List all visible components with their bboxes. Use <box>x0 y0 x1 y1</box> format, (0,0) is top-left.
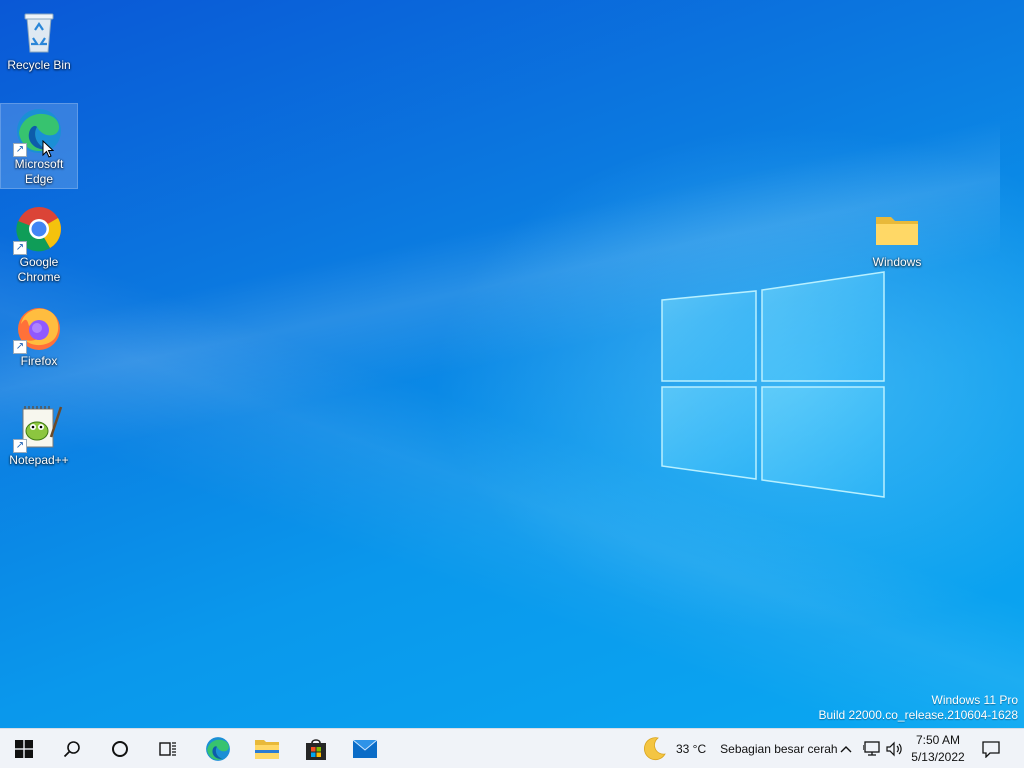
windows-logo-wallpaper <box>661 271 885 498</box>
chevron-up-icon <box>840 746 852 753</box>
moon-icon <box>644 737 666 761</box>
start-button[interactable] <box>0 729 48 769</box>
network-icon <box>863 741 880 756</box>
watermark-build: Build 22000.co_release.210604-1628 <box>818 708 1019 722</box>
desktop-icon-notepad-plus-plus[interactable]: ↗ Notepad++ <box>1 403 77 468</box>
clock-date: 5/13/2022 <box>911 750 965 764</box>
taskbar-store-button[interactable] <box>292 729 340 769</box>
os-build-watermark: Windows 11 Pro Build 22000.co_release.21… <box>819 693 1019 723</box>
shortcut-arrow-icon: ↗ <box>13 439 27 453</box>
chrome-icon: ↗ <box>13 205 63 255</box>
desktop-icon-label: Notepad++ <box>9 453 69 467</box>
taskbar-clock[interactable]: 7:50 AM 5/13/2022 <box>904 732 972 766</box>
desktop-icon-label: Microsoft Edge <box>14 157 64 186</box>
desktop-icon-windows-folder[interactable]: Windows <box>859 205 935 270</box>
start-icon <box>15 740 33 758</box>
desktop-icon-label: Firefox <box>20 354 58 368</box>
watermark-edition: Windows 11 Pro <box>931 693 1018 707</box>
taskbar-file-explorer-button[interactable] <box>243 729 291 769</box>
taskbar-edge-button[interactable] <box>194 729 242 769</box>
desktop-icon-label: Recycle Bin <box>7 58 71 72</box>
volume-tray-button[interactable] <box>884 729 906 769</box>
desktop-icon-firefox[interactable]: ↗ Firefox <box>1 304 77 369</box>
action-center-icon <box>982 741 1000 758</box>
network-tray-button[interactable] <box>860 729 884 769</box>
task-view-button[interactable] <box>144 729 192 769</box>
shortcut-arrow-icon: ↗ <box>13 143 27 157</box>
weather-widget[interactable]: 33 °C Sebagian besar cerah <box>640 729 838 769</box>
taskbar: 33 °C Sebagian besar cerah 7:50 AM 5/13/… <box>0 728 1024 768</box>
shortcut-arrow-icon: ↗ <box>13 340 27 354</box>
volume-icon <box>886 741 902 757</box>
mouse-cursor-icon <box>42 140 54 158</box>
cortana-icon <box>112 741 128 757</box>
search-icon <box>63 741 80 758</box>
desktop[interactable]: Recycle Bin ↗ Microsoft Edge ↗ Google Ch <box>0 0 1024 728</box>
action-center-button[interactable] <box>976 729 1006 769</box>
folder-icon <box>873 205 921 253</box>
file-explorer-icon <box>255 740 279 759</box>
weather-temperature: 33 °C <box>676 742 707 756</box>
desktop-icon-label: Windows <box>872 255 922 269</box>
recycle-bin-icon <box>15 8 63 56</box>
mail-icon <box>352 739 378 758</box>
notepad-plus-plus-icon: ↗ <box>13 403 63 453</box>
desktop-icon-recycle-bin[interactable]: Recycle Bin <box>1 8 77 73</box>
show-hidden-icons-button[interactable] <box>836 729 856 769</box>
weather-condition: Sebagian besar cerah <box>720 742 838 756</box>
edge-icon <box>206 737 230 761</box>
taskbar-mail-button[interactable] <box>341 729 389 769</box>
desktop-icon-google-chrome[interactable]: ↗ Google Chrome <box>1 205 77 285</box>
task-view-icon <box>159 742 176 756</box>
edge-icon: ↗ <box>13 107 63 157</box>
shortcut-arrow-icon: ↗ <box>13 241 27 255</box>
firefox-icon: ↗ <box>13 304 63 354</box>
cortana-button[interactable] <box>96 729 144 769</box>
microsoft-store-icon <box>306 739 326 760</box>
desktop-icon-label: Google Chrome <box>17 255 61 284</box>
search-button[interactable] <box>48 729 96 769</box>
clock-time: 7:50 AM <box>915 733 961 747</box>
desktop-icon-microsoft-edge[interactable]: ↗ Microsoft Edge <box>0 103 78 189</box>
